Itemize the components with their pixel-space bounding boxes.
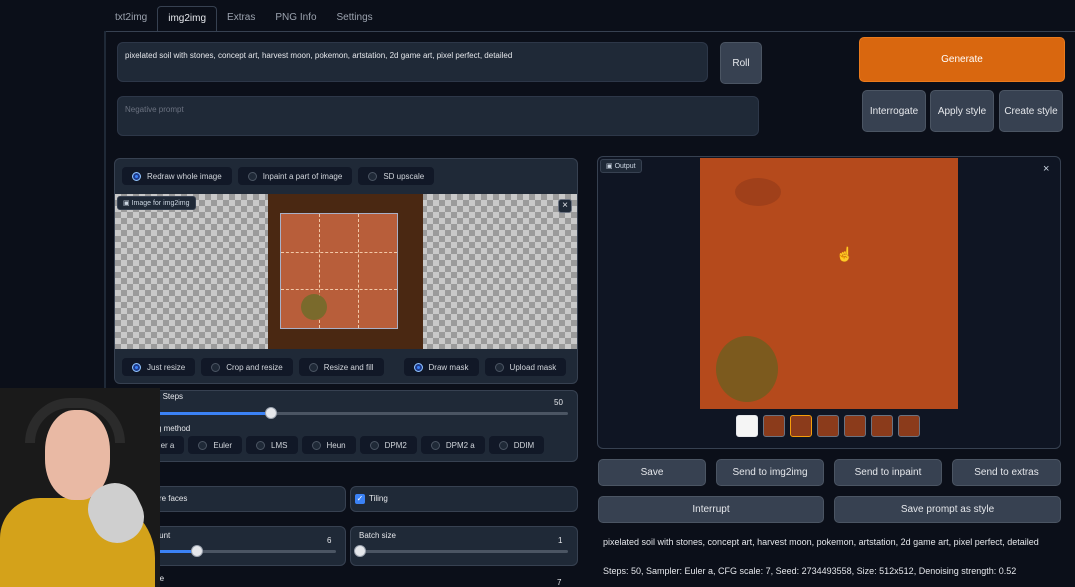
output-label: ▣ Output — [600, 159, 642, 173]
slider-knob[interactable] — [265, 407, 277, 419]
image-icon: ▣ — [606, 163, 615, 170]
radio-icon — [247, 171, 257, 181]
radio-selected-icon — [413, 362, 423, 372]
radio-selected-icon — [132, 171, 141, 181]
mode-sd-upscale[interactable]: SD upscale — [358, 167, 435, 185]
image-object — [716, 336, 778, 402]
sampling-method-group: Euler a Euler LMS Heun DPM2 DPM2 a DDIM — [124, 436, 548, 454]
tab-divider — [104, 31, 1075, 32]
cursor-icon: ☝ — [836, 246, 854, 262]
create-style-button[interactable]: Create style — [999, 90, 1063, 132]
radio-icon — [498, 440, 508, 450]
cfg-scale-value[interactable]: 7 — [557, 578, 561, 587]
roll-button[interactable]: Roll — [720, 42, 762, 84]
radio-selected-icon — [132, 362, 141, 372]
thumbnail[interactable] — [898, 415, 920, 437]
radio-icon — [494, 362, 504, 372]
generation-info: pixelated soil with stones, concept art,… — [603, 537, 1039, 547]
batch-count-value[interactable]: 6 — [327, 536, 331, 545]
sampler-dpm2-a[interactable]: DPM2 a — [420, 436, 485, 454]
negative-prompt-input[interactable]: Negative prompt — [117, 96, 759, 136]
tab-txt2img[interactable]: txt2img — [105, 6, 157, 32]
resize-crop[interactable]: Crop and resize — [201, 358, 293, 376]
thumbnail[interactable] — [790, 415, 812, 437]
resize-radio-group: Just resize Crop and resize Resize and f… — [122, 358, 572, 376]
uploaded-image — [268, 194, 423, 349]
tab-settings[interactable]: Settings — [327, 6, 383, 32]
radio-icon — [311, 440, 321, 450]
sampler-euler[interactable]: Euler — [188, 436, 243, 454]
radio-icon — [198, 440, 208, 450]
radio-icon — [369, 440, 379, 450]
mode-redraw[interactable]: Redraw whole image — [122, 167, 232, 185]
generate-button[interactable]: Generate — [859, 37, 1065, 82]
sampling-steps-slider[interactable] — [124, 407, 568, 419]
checkbox-checked-icon[interactable]: ✓ — [355, 494, 365, 504]
tiling-label: Tiling — [369, 494, 388, 503]
headphones-icon — [25, 398, 125, 443]
send-to-img2img-button[interactable]: Send to img2img — [716, 459, 824, 486]
mask-draw[interactable]: Draw mask — [403, 358, 479, 376]
batch-size-label: Batch size — [359, 531, 396, 540]
tab-bar: txt2img img2img Extras PNG Info Settings — [105, 6, 383, 32]
thumbnail[interactable] — [871, 415, 893, 437]
close-icon[interactable]: × — [558, 199, 572, 213]
generation-params: Steps: 50, Sampler: Euler a, CFG scale: … — [603, 566, 1017, 576]
image-object — [301, 294, 327, 320]
thumbnail[interactable] — [844, 415, 866, 437]
mode-inpaint[interactable]: Inpaint a part of image — [237, 167, 353, 185]
prompt-input[interactable]: pixelated soil with stones, concept art,… — [117, 42, 708, 82]
radio-icon — [256, 440, 266, 450]
slider-knob[interactable] — [191, 545, 203, 557]
save-prompt-style-button[interactable]: Save prompt as style — [834, 496, 1061, 523]
sampler-ddim[interactable]: DDIM — [488, 436, 545, 454]
image-icon: ▣ — [123, 200, 132, 207]
thumbnail-strip — [736, 415, 925, 437]
mask-upload[interactable]: Upload mask — [484, 358, 567, 376]
apply-style-button[interactable]: Apply style — [930, 90, 994, 132]
radio-icon — [430, 440, 440, 450]
interrupt-button[interactable]: Interrupt — [598, 496, 824, 523]
image-canvas[interactable] — [115, 194, 577, 349]
output-image[interactable]: ☝ — [700, 158, 958, 409]
radio-icon — [368, 171, 378, 181]
resize-fill[interactable]: Resize and fill — [298, 358, 384, 376]
radio-icon — [211, 362, 221, 372]
crop-gridline — [357, 214, 359, 328]
sampling-steps-value[interactable]: 50 — [554, 398, 563, 407]
image-label: ▣ Image for img2img — [117, 196, 196, 210]
batch-size-slider[interactable] — [354, 545, 568, 557]
batch-size-value[interactable]: 1 — [558, 536, 562, 545]
thumbnail[interactable] — [817, 415, 839, 437]
tab-img2img[interactable]: img2img — [157, 6, 218, 32]
tab-extras[interactable]: Extras — [217, 6, 265, 32]
tab-png-info[interactable]: PNG Info — [265, 6, 326, 32]
sampler-heun[interactable]: Heun — [301, 436, 356, 454]
thumbnail[interactable] — [736, 415, 758, 437]
crop-gridline — [281, 251, 397, 253]
image-object — [735, 178, 781, 206]
resize-just[interactable]: Just resize — [122, 358, 196, 376]
send-to-extras-button[interactable]: Send to extras — [952, 459, 1061, 486]
save-button[interactable]: Save — [598, 459, 706, 486]
slider-knob[interactable] — [354, 545, 366, 557]
webcam-overlay — [0, 388, 160, 587]
sampler-lms[interactable]: LMS — [246, 436, 298, 454]
close-icon[interactable]: × — [1043, 163, 1049, 175]
mode-radio-group: Redraw whole image Inpaint a part of ima… — [122, 167, 440, 185]
crop-area[interactable] — [280, 213, 398, 329]
send-to-inpaint-button[interactable]: Send to inpaint — [834, 459, 942, 486]
radio-icon — [308, 362, 318, 372]
thumbnail[interactable] — [763, 415, 785, 437]
interrogate-button[interactable]: Interrogate — [862, 90, 926, 132]
crop-gridline — [281, 289, 397, 291]
sampler-dpm2[interactable]: DPM2 — [359, 436, 417, 454]
